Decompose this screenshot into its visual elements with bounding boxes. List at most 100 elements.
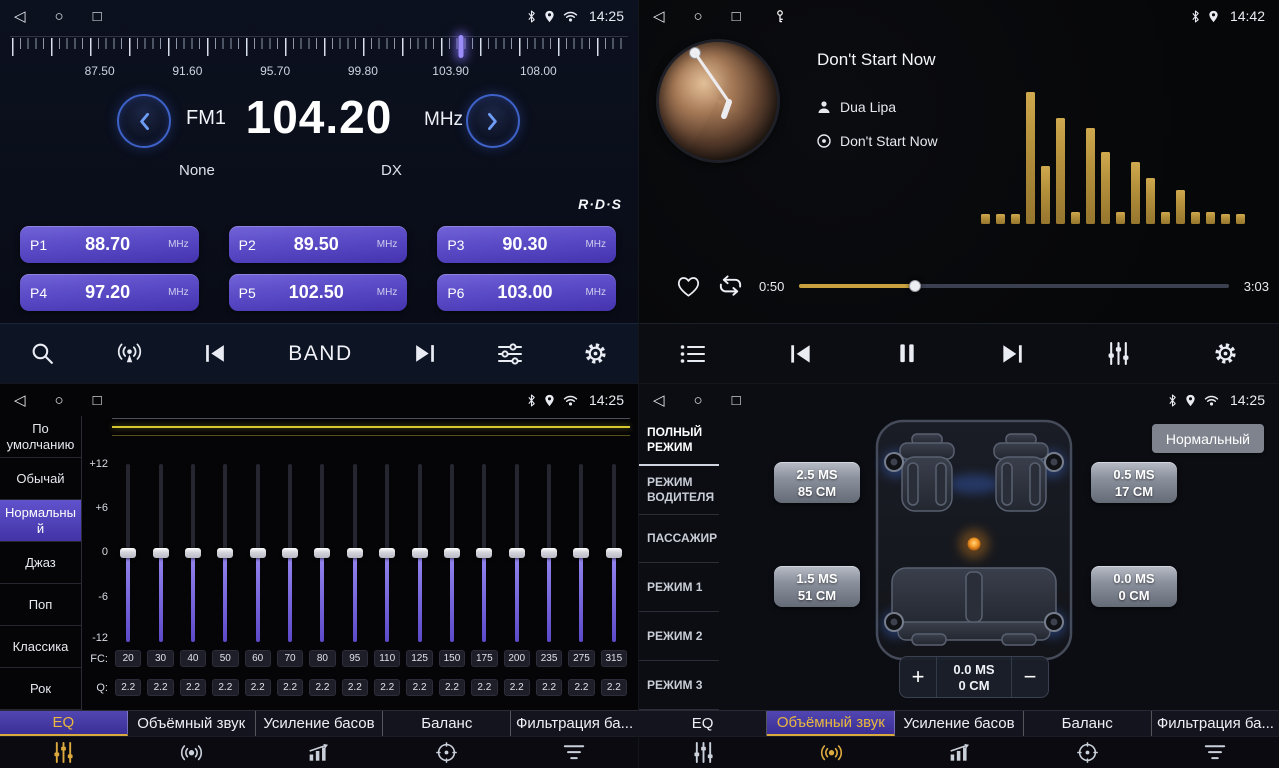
progress-knob[interactable]: [909, 280, 921, 292]
delay-rear-left-button[interactable]: 1.5 MS 51 CM: [774, 566, 860, 607]
eq-slider-handle[interactable]: [412, 548, 428, 558]
eq-slider-handle[interactable]: [509, 548, 525, 558]
eq-band-slider[interactable]: [541, 464, 557, 642]
eq-preset-item[interactable]: Обычай: [0, 458, 81, 500]
sf-tab-icon-cell[interactable]: [1023, 737, 1151, 768]
eq-tab[interactable]: Объёмный звук: [128, 711, 256, 736]
preset-button-5[interactable]: P5 102.50 MHz: [229, 274, 408, 311]
sf-mode-item[interactable]: ПАССАЖИР: [639, 515, 719, 564]
eq-slider-handle[interactable]: [347, 548, 363, 558]
eq-tab-icon-cell[interactable]: [255, 737, 383, 768]
eq-band-slider[interactable]: [573, 464, 589, 642]
home-icon[interactable]: ○: [694, 9, 703, 24]
playlist-button[interactable]: [676, 340, 710, 368]
settings-button[interactable]: [1209, 337, 1242, 370]
sf-tab[interactable]: EQ: [639, 711, 767, 736]
sf-mode-item[interactable]: РЕЖИМ ВОДИТЕЛЯ: [639, 466, 719, 515]
preset-button-6[interactable]: P6 103.00 MHz: [437, 274, 616, 311]
eq-tab-icon-cell[interactable]: [383, 737, 511, 768]
preset-button-4[interactable]: P4 97.20 MHz: [20, 274, 199, 311]
eq-band-slider[interactable]: [282, 464, 298, 642]
back-icon[interactable]: ◁: [14, 9, 26, 24]
eq-band-slider[interactable]: [411, 464, 427, 642]
sf-tab-icon-cell[interactable]: [895, 737, 1023, 768]
eq-band-slider[interactable]: [606, 464, 622, 642]
sf-tab[interactable]: Фильтрация ба...: [1152, 711, 1279, 736]
scan-button[interactable]: [111, 338, 148, 369]
eq-band-slider[interactable]: [347, 464, 363, 642]
eq-preset-item[interactable]: По умолчанию: [0, 416, 81, 458]
eq-slider-handle[interactable]: [314, 548, 330, 558]
pause-button[interactable]: [893, 337, 921, 369]
tuning-indicator[interactable]: [459, 35, 464, 58]
sf-tab-icon-cell[interactable]: [639, 737, 767, 768]
sf-tab-icon-cell[interactable]: [767, 737, 895, 768]
back-icon[interactable]: ◁: [14, 393, 26, 408]
delay-rear-right-button[interactable]: 0.0 MS 0 CM: [1091, 566, 1177, 607]
home-icon[interactable]: ○: [694, 393, 703, 408]
sf-tab[interactable]: Усиление басов: [895, 711, 1023, 736]
eq-slider-handle[interactable]: [573, 548, 589, 558]
preset-button-1[interactable]: P1 88.70 MHz: [20, 226, 199, 263]
eq-slider-handle[interactable]: [541, 548, 557, 558]
search-button[interactable]: [26, 337, 59, 370]
eq-preset-item[interactable]: Классика: [0, 626, 81, 668]
eq-settings-button[interactable]: [493, 339, 527, 369]
sf-mode-item[interactable]: РЕЖИМ 1: [639, 563, 719, 612]
sf-tab[interactable]: Объёмный звук: [767, 711, 895, 736]
eq-band-slider[interactable]: [314, 464, 330, 642]
sf-mode-item[interactable]: РЕЖИМ 3: [639, 661, 719, 710]
eq-band-slider[interactable]: [185, 464, 201, 642]
band-button[interactable]: BAND: [284, 338, 356, 370]
previous-track-button[interactable]: [784, 338, 818, 370]
eq-slider-handle[interactable]: [282, 548, 298, 558]
delay-front-left-button[interactable]: 2.5 MS 85 CM: [774, 462, 860, 503]
settings-button[interactable]: [579, 337, 612, 370]
recents-icon[interactable]: □: [93, 9, 102, 24]
eq-slider-handle[interactable]: [606, 548, 622, 558]
mixer-button[interactable]: [1103, 337, 1134, 370]
eq-slider-handle[interactable]: [379, 548, 395, 558]
eq-tab[interactable]: Фильтрация ба...: [511, 711, 638, 736]
home-icon[interactable]: ○: [55, 9, 64, 24]
eq-preset-item[interactable]: Джаз: [0, 542, 81, 584]
eq-band-slider[interactable]: [509, 464, 525, 642]
home-icon[interactable]: ○: [55, 393, 64, 408]
eq-slider-handle[interactable]: [153, 548, 169, 558]
eq-preset-item[interactable]: Поп: [0, 584, 81, 626]
eq-tab[interactable]: Усиление басов: [256, 711, 384, 736]
eq-band-slider[interactable]: [120, 464, 136, 642]
recents-icon[interactable]: □: [732, 393, 741, 408]
next-station-button[interactable]: [408, 338, 441, 369]
repeat-button[interactable]: [717, 275, 744, 296]
preset-button-2[interactable]: P2 89.50 MHz: [229, 226, 408, 263]
eq-tab[interactable]: Баланс: [383, 711, 511, 736]
seek-bar[interactable]: [799, 284, 1228, 288]
next-track-button[interactable]: [995, 338, 1029, 370]
preset-button-3[interactable]: P3 90.30 MHz: [437, 226, 616, 263]
eq-tab[interactable]: EQ: [0, 711, 128, 736]
sf-mode-item[interactable]: ПОЛНЫЙ РЕЖИМ: [639, 416, 719, 466]
eq-slider-handle[interactable]: [120, 548, 136, 558]
sound-preset-button[interactable]: Нормальный: [1152, 424, 1264, 453]
recents-icon[interactable]: □: [93, 393, 102, 408]
eq-band-slider[interactable]: [444, 464, 460, 642]
eq-tab-icon-cell[interactable]: [510, 737, 638, 768]
frequency-scale[interactable]: [10, 36, 628, 60]
tune-up-button[interactable]: [466, 94, 520, 148]
eq-tab-icon-cell[interactable]: [0, 737, 128, 768]
sf-tab-icon-cell[interactable]: [1151, 737, 1279, 768]
eq-preset-item[interactable]: Рок: [0, 668, 81, 710]
eq-band-slider[interactable]: [152, 464, 168, 642]
eq-band-slider[interactable]: [217, 464, 233, 642]
delay-front-right-button[interactable]: 0.5 MS 17 CM: [1091, 462, 1177, 503]
eq-band-slider[interactable]: [250, 464, 266, 642]
prev-station-button[interactable]: [199, 338, 232, 369]
eq-slider-handle[interactable]: [444, 548, 460, 558]
eq-slider-handle[interactable]: [185, 548, 201, 558]
eq-slider-handle[interactable]: [476, 548, 492, 558]
eq-band-slider[interactable]: [476, 464, 492, 642]
eq-slider-handle[interactable]: [250, 548, 266, 558]
recents-icon[interactable]: □: [732, 9, 741, 24]
sf-mode-item[interactable]: РЕЖИМ 2: [639, 612, 719, 661]
